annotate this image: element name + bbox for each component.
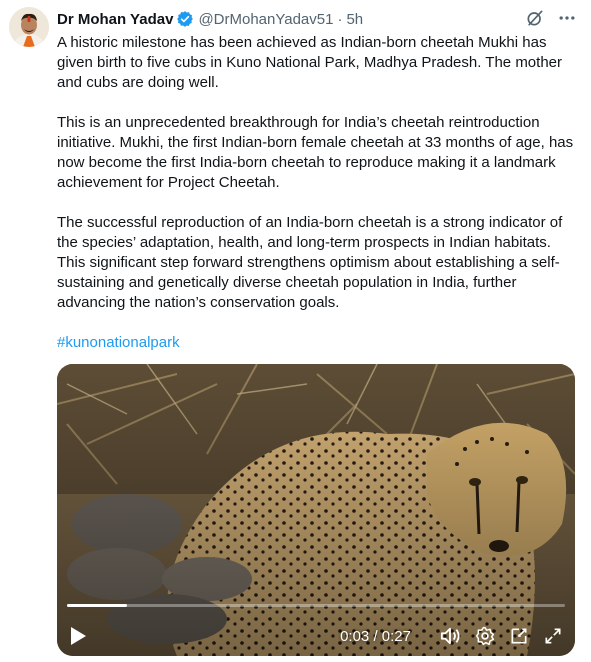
hashtag-link[interactable]: #kunonationalpark	[57, 333, 180, 353]
separator-dot: ·	[337, 10, 343, 28]
author-name[interactable]: Dr Mohan Yadav	[57, 11, 173, 28]
video-duration: 0:27	[381, 627, 411, 645]
video-time-separator: /	[373, 627, 378, 645]
volume-icon[interactable]	[439, 626, 461, 646]
more-icon[interactable]	[557, 8, 577, 28]
fullscreen-icon[interactable]	[543, 626, 563, 646]
video-frame-cheetah	[57, 364, 575, 656]
play-icon[interactable]	[69, 626, 87, 646]
video-time-readout: 0:03 / 0:27	[340, 628, 411, 645]
video-controls: 0:03 / 0:27	[57, 616, 575, 656]
author-handle[interactable]: @DrMohanYadav51	[198, 11, 333, 28]
grok-icon[interactable]	[525, 8, 545, 28]
post-actions-top	[525, 8, 577, 28]
video-progress-fill	[67, 604, 127, 607]
post-body: A historic milestone has been achieved a…	[57, 33, 577, 353]
video-current-time: 0:03	[340, 627, 370, 645]
settings-icon[interactable]	[475, 626, 495, 646]
post-header: Dr Mohan Yadav @DrMohanYadav51 · 5h	[57, 9, 363, 29]
avatar[interactable]	[9, 7, 49, 47]
video-progress-bar[interactable]	[67, 604, 565, 607]
post-paragraph-1: A historic milestone has been achieved a…	[57, 34, 562, 91]
post-paragraph-3: The successful reproduction of an India-…	[57, 214, 563, 311]
post-timestamp[interactable]: 5h	[346, 11, 363, 28]
video-player[interactable]: 0:03 / 0:27	[57, 364, 575, 656]
verified-badge-icon	[176, 10, 194, 28]
picture-in-picture-icon[interactable]	[509, 626, 529, 646]
post-paragraph-2: This is an unprecedented breakthrough fo…	[57, 114, 574, 191]
